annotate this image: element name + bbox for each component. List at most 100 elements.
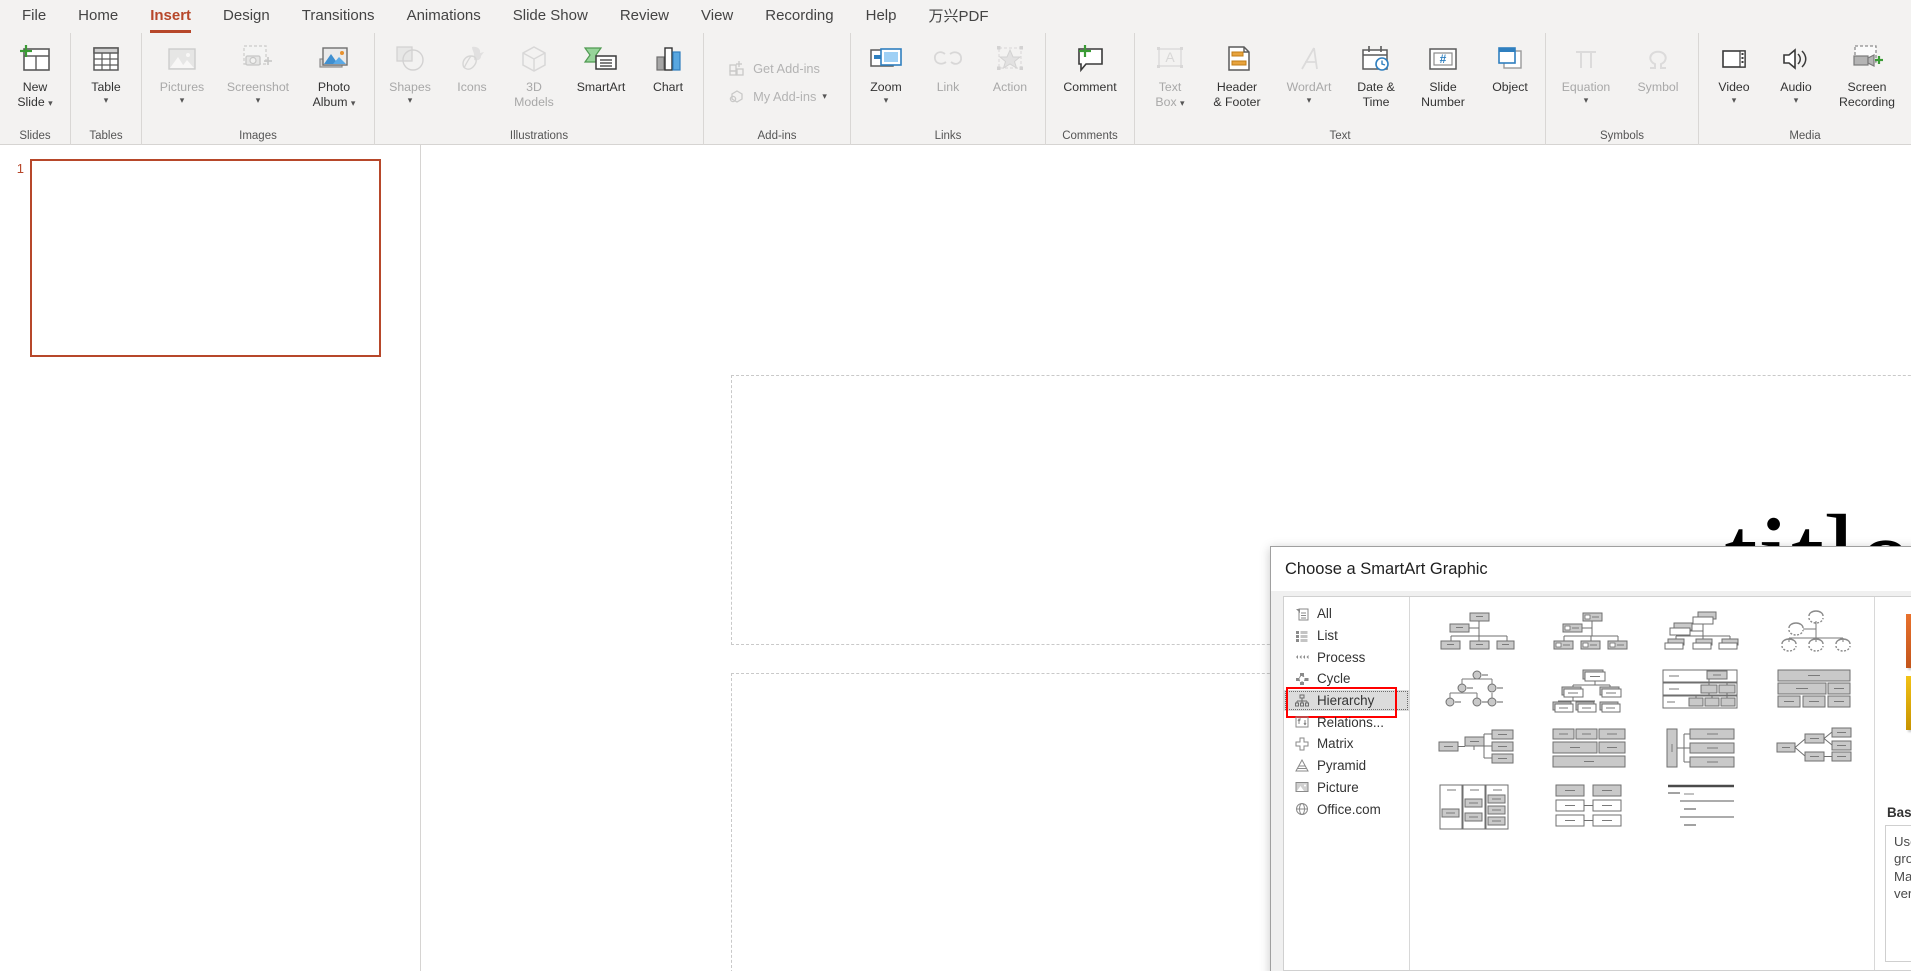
tab-animations[interactable]: Animations <box>391 2 497 31</box>
action-button[interactable]: Action <box>979 37 1041 95</box>
chevron-down-icon[interactable]: ▾ <box>1180 98 1185 108</box>
category-item-picture[interactable]: Picture <box>1284 777 1409 799</box>
slide-number-button[interactable]: # Slide Number <box>1407 37 1479 109</box>
tab-insert[interactable]: Insert <box>134 2 207 33</box>
tab-wondershare-pdf[interactable]: 万兴PDF <box>912 0 1004 33</box>
gallery-item-organization-chart[interactable] <box>1420 605 1533 663</box>
chevron-down-icon[interactable]: ▾ <box>822 91 827 101</box>
tab-help[interactable]: Help <box>850 2 913 31</box>
get-add-ins-button[interactable]: Get Add-ins <box>721 54 826 82</box>
chart-button[interactable]: Chart <box>637 37 699 95</box>
chevron-down-icon[interactable]: ▾ <box>1732 95 1737 105</box>
tab-review[interactable]: Review <box>604 2 685 31</box>
link-button[interactable]: Link <box>917 37 979 95</box>
category-item-hierarchy[interactable]: Hierarchy <box>1284 686 1409 718</box>
category-item-matrix[interactable]: Matrix <box>1284 733 1409 755</box>
category-item-all[interactable]: All <box>1284 603 1409 625</box>
preview-block-orange <box>1906 614 1911 668</box>
preview-description: Use to show non-sequential or grouped bl… <box>1885 825 1911 962</box>
smartart-dialog[interactable]: Choose a SmartArt Graphic ? ✕ All <box>1270 546 1911 971</box>
audio-button[interactable]: Audio ▾ <box>1765 37 1827 105</box>
tab-transitions[interactable]: Transitions <box>286 2 391 31</box>
gallery-item-circle-picture-hierarchy[interactable] <box>1758 605 1871 663</box>
tab-view[interactable]: View <box>685 2 749 31</box>
screenshot-button[interactable]: Screenshot ▾ <box>218 37 298 105</box>
gallery-item-half-circle-organization-chart[interactable] <box>1645 605 1758 663</box>
category-list[interactable]: All List Process Cycle Hierarchy Relatio… <box>1284 597 1410 970</box>
symbol-button[interactable]: Symbol <box>1622 37 1694 95</box>
gallery-item-labeled-hierarchy[interactable] <box>1533 663 1646 721</box>
shapes-button[interactable]: Shapes ▾ <box>379 37 441 105</box>
tab-slide-show[interactable]: Slide Show <box>497 2 604 31</box>
comment-button[interactable]: Comment <box>1050 37 1130 95</box>
slide-canvas[interactable]: title Choose a SmartArt Graphic ? ✕ <box>421 145 1911 971</box>
smartart-gallery[interactable] <box>1410 597 1875 970</box>
my-add-ins-button[interactable]: My Add-ins ▾ <box>721 82 833 110</box>
smartart-button[interactable]: SmartArt <box>565 37 637 95</box>
gallery-item-horizontal-hierarchy[interactable] <box>1533 721 1646 779</box>
category-item-office-com[interactable]: Office.com <box>1284 798 1409 820</box>
pictures-button[interactable]: Pictures ▾ <box>146 37 218 105</box>
category-item-relationship[interactable]: Relations... <box>1284 711 1409 733</box>
tab-recording[interactable]: Recording <box>749 2 849 31</box>
table-button[interactable]: Table ▾ <box>75 37 137 105</box>
zoom-button[interactable]: Zoom ▾ <box>855 37 917 105</box>
process-icon <box>1294 649 1310 665</box>
icons-button[interactable]: Icons <box>441 37 503 95</box>
store-icon <box>727 58 747 78</box>
chevron-down-icon[interactable]: ▾ <box>1794 95 1799 105</box>
gallery-item-architecture-layout[interactable] <box>1758 721 1871 779</box>
category-label: Picture <box>1317 779 1359 795</box>
gallery-item-hierarchy-list[interactable] <box>1420 663 1533 721</box>
photo-album-button[interactable]: Photo Album ▾ <box>298 37 370 109</box>
ribbon-group-label-media: Media <box>1789 130 1821 142</box>
chevron-down-icon[interactable]: ▾ <box>408 95 413 105</box>
chevron-down-icon[interactable]: ▾ <box>48 98 53 108</box>
gallery-item-name-and-title-organization-chart[interactable] <box>1533 605 1646 663</box>
slide-thumbnail-panel[interactable]: 1 <box>0 145 421 971</box>
chevron-down-icon[interactable]: ▾ <box>1307 95 1312 105</box>
chevron-down-icon[interactable]: ▾ <box>351 98 356 108</box>
addins-icon <box>727 86 747 106</box>
gallery-item-horizontal-organization-chart[interactable] <box>1758 663 1871 721</box>
chevron-down-icon[interactable]: ▾ <box>1584 95 1589 105</box>
category-item-cycle[interactable]: Cycle <box>1284 668 1409 690</box>
tab-file[interactable]: File <box>6 2 62 31</box>
gallery-item-horizontal-multi-level-hierarchy[interactable] <box>1420 721 1533 779</box>
chevron-down-icon[interactable]: ▾ <box>256 95 261 105</box>
date-time-button[interactable]: Date & Time <box>1345 37 1407 109</box>
tab-design[interactable]: Design <box>207 2 286 31</box>
text-box-button[interactable]: A Text Box ▾ <box>1139 37 1201 109</box>
object-button[interactable]: Object <box>1479 37 1541 95</box>
chevron-down-icon[interactable]: ▾ <box>104 95 109 105</box>
gallery-item-lined-list[interactable] <box>1533 779 1646 837</box>
gallery-item-horizontal-labeled-hierarchy[interactable] <box>1645 721 1758 779</box>
3d-models-button[interactable]: 3D Models <box>503 37 565 109</box>
ribbon-group-addins: Get Add-ins My Add-ins ▾ Add-ins <box>703 33 850 145</box>
new-slide-button[interactable]: New Slide ▾ <box>4 37 66 109</box>
ribbon-group-label-comments: Comments <box>1062 130 1118 142</box>
ribbon-group-label-addins: Add-ins <box>757 130 797 142</box>
tab-home[interactable]: Home <box>62 2 134 31</box>
category-item-pyramid[interactable]: Pyramid <box>1284 755 1409 777</box>
video-button[interactable]: Video ▾ <box>1703 37 1765 105</box>
dialog-title-bar[interactable]: Choose a SmartArt Graphic ? ✕ <box>1271 547 1911 591</box>
screen-recording-button[interactable]: Screen Recording <box>1827 37 1907 109</box>
gallery-item-table-hierarchy[interactable] <box>1645 663 1758 721</box>
ribbon-tab-bar: File Home Insert Design Transitions Anim… <box>0 0 1911 33</box>
category-item-list[interactable]: List <box>1284 625 1409 647</box>
ribbon-group-label-slides: Slides <box>19 130 51 142</box>
gallery-item-table-list[interactable] <box>1420 779 1533 837</box>
wordart-button[interactable]: WordArt ▾ <box>1273 37 1345 105</box>
gallery-item-circle-process[interactable] <box>1645 779 1758 837</box>
category-item-process[interactable]: Process <box>1284 646 1409 668</box>
3d-models-label-line2: Models <box>514 94 554 109</box>
dialog-title: Choose a SmartArt Graphic <box>1285 559 1488 578</box>
slide-thumbnail-row[interactable]: 1 <box>10 159 420 357</box>
header-footer-button[interactable]: Header & Footer <box>1201 37 1273 109</box>
equation-button[interactable]: Equation ▾ <box>1550 37 1622 105</box>
chevron-down-icon[interactable]: ▾ <box>884 95 889 105</box>
slide-thumbnail-1[interactable] <box>30 159 381 357</box>
chevron-down-icon[interactable]: ▾ <box>180 95 185 105</box>
screenshot-icon <box>238 40 278 78</box>
